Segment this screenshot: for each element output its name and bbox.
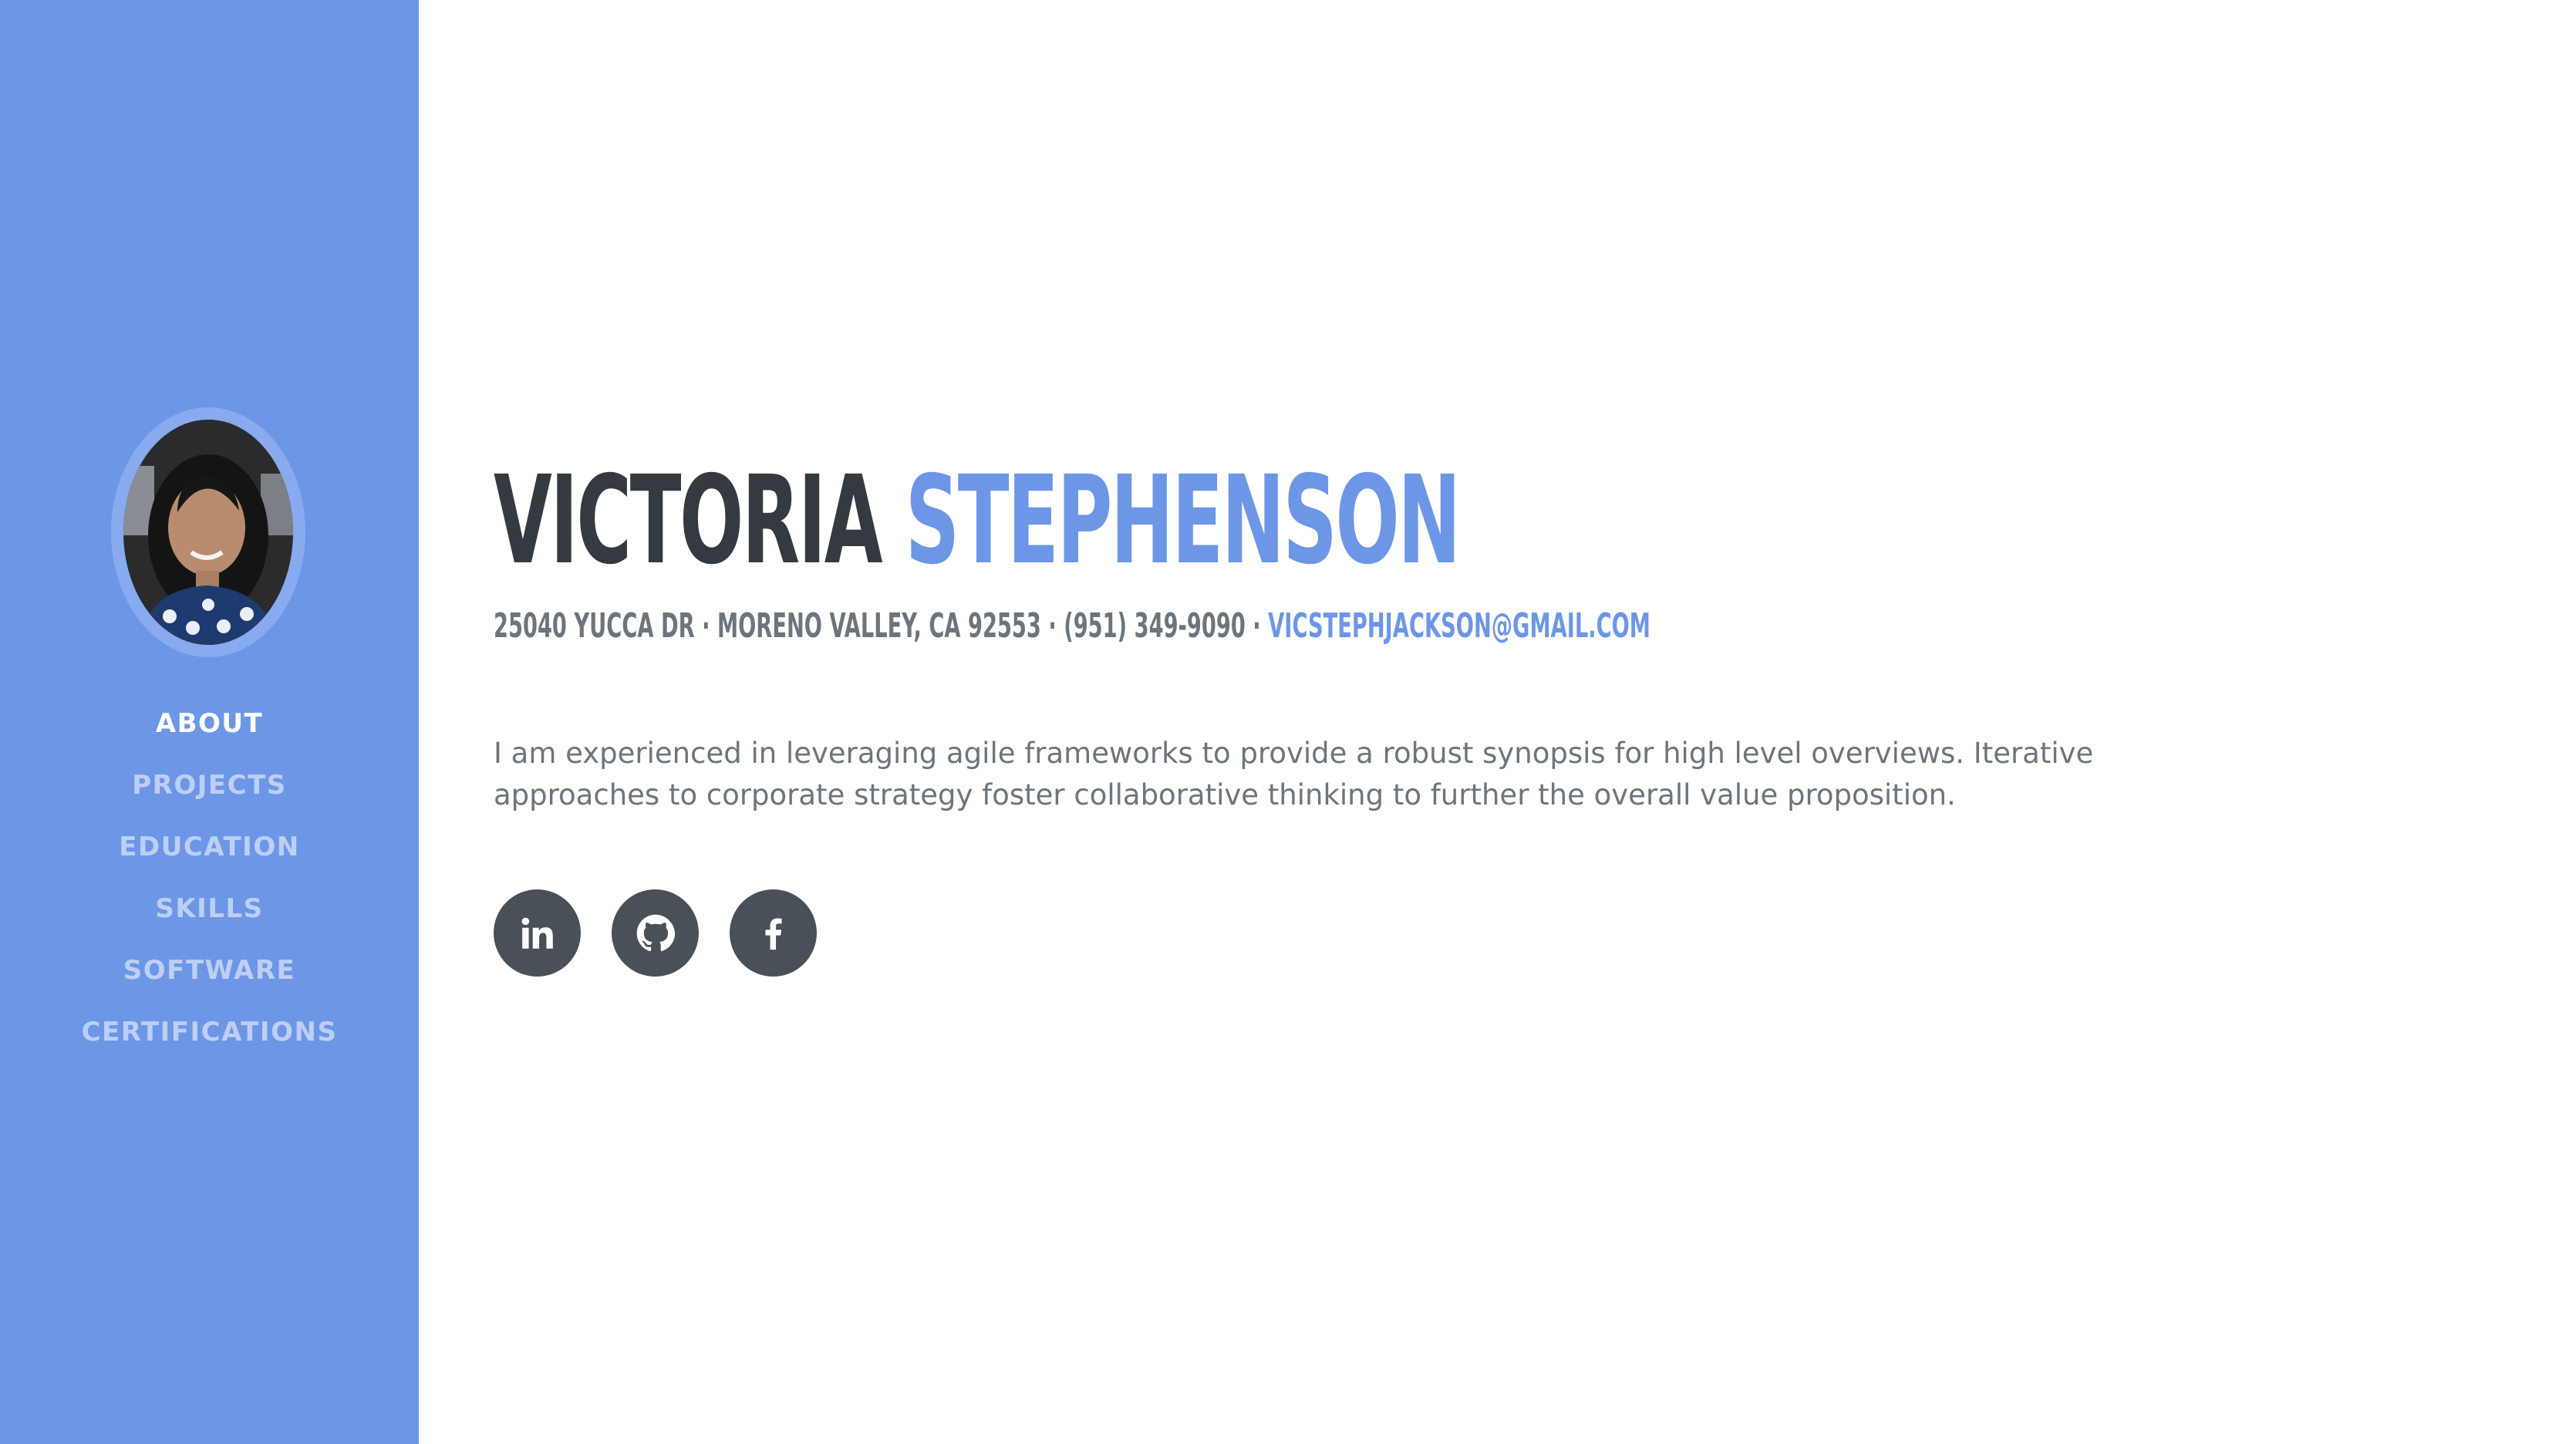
- email-link[interactable]: VICSTEPHJACKSON@GMAIL.COM: [1268, 606, 1650, 646]
- linkedin-icon: [521, 917, 553, 949]
- side-nav: ABOUT PROJECTS EDUCATION SKILLS SOFTWARE…: [0, 693, 419, 1063]
- facebook-button[interactable]: [730, 889, 817, 977]
- linkedin-button[interactable]: [494, 889, 581, 977]
- github-button[interactable]: [612, 889, 699, 977]
- avatar-frame: [111, 407, 305, 657]
- contact-line: 25040 YUCCA DR · MORENO VALLEY, CA 92553…: [494, 609, 1650, 643]
- github-icon: [636, 914, 675, 951]
- social-icons: [494, 889, 817, 977]
- nav-item-education[interactable]: EDUCATION: [0, 816, 419, 878]
- avatar: [123, 420, 293, 645]
- page-title: VICTORIA STEPHENSON: [494, 460, 1461, 582]
- nav-item-about[interactable]: ABOUT: [0, 693, 419, 754]
- first-name: VICTORIA: [494, 450, 883, 592]
- facebook-icon: [764, 917, 782, 950]
- page: ABOUT PROJECTS EDUCATION SKILLS SOFTWARE…: [0, 0, 2576, 1444]
- nav-item-skills[interactable]: SKILLS: [0, 878, 419, 940]
- last-name: STEPHENSON: [905, 450, 1461, 592]
- avatar-photo: [123, 420, 293, 645]
- about-section: VICTORIA STEPHENSON 25040 YUCCA DR · MOR…: [494, 0, 2530, 1444]
- nav-item-certifications[interactable]: CERTIFICATIONS: [0, 1001, 419, 1063]
- address-text: 25040 YUCCA DR · MORENO VALLEY, CA 92553…: [494, 606, 1261, 646]
- nav-item-software[interactable]: SOFTWARE: [0, 940, 419, 1001]
- bio-text: I am experienced in leveraging agile fra…: [494, 737, 2094, 811]
- nav-item-projects[interactable]: PROJECTS: [0, 754, 419, 816]
- sidebar: ABOUT PROJECTS EDUCATION SKILLS SOFTWARE…: [0, 0, 419, 1444]
